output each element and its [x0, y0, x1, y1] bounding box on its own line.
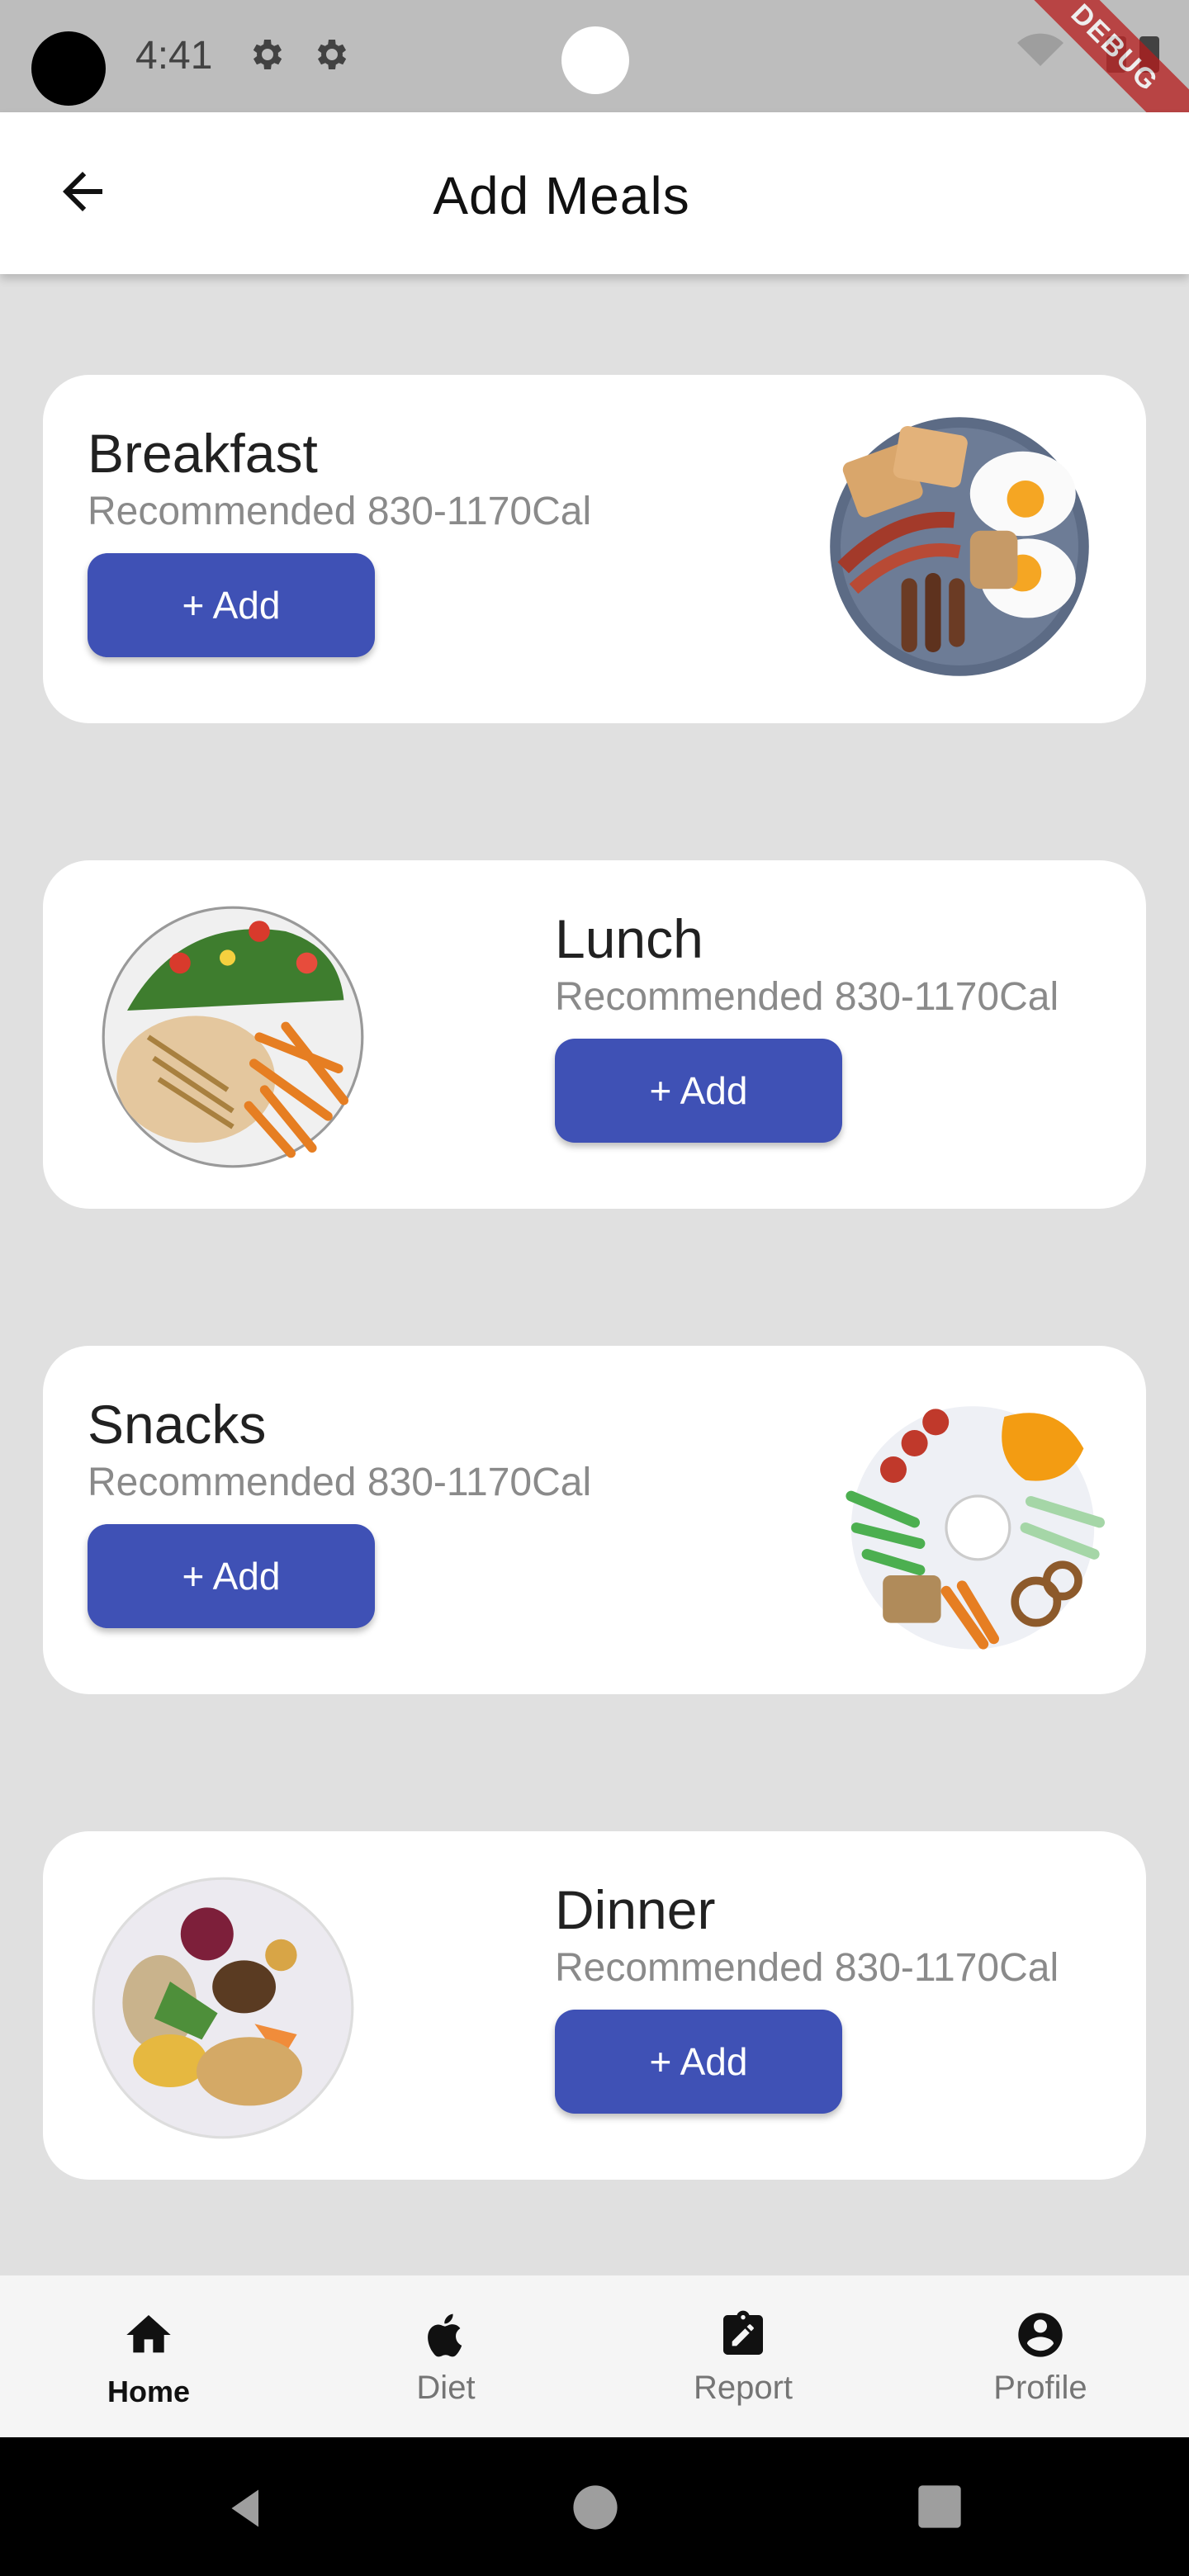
system-navigation-bar [0, 2437, 1189, 2576]
report-icon [723, 2310, 763, 2355]
nav-item-home[interactable]: Home [0, 2275, 297, 2437]
front-sensor [561, 26, 629, 94]
recents-square-icon[interactable] [917, 2484, 963, 2530]
settings-icon [253, 40, 282, 69]
lunch-plate-image [102, 906, 364, 1168]
settings-icon [317, 40, 347, 69]
status-time: 4:41 [135, 34, 213, 78]
breakfast-plate-image [830, 417, 1089, 676]
profile-icon [1018, 2313, 1063, 2357]
meal-card-snacks: Snacks Recommended 830-1170Cal + Add [43, 1346, 1146, 1694]
nav-label: Report [693, 2370, 793, 2406]
bottom-navigation: Home Diet Report Profile [0, 2275, 1189, 2437]
back-triangle-icon[interactable] [221, 2484, 271, 2533]
meal-title: Snacks [88, 1394, 267, 1455]
home-icon [126, 2315, 171, 2353]
meal-title: Lunch [555, 908, 703, 969]
nav-label: Diet [416, 2370, 476, 2406]
meal-title: Dinner [555, 1879, 716, 1940]
meal-card-breakfast: Breakfast Recommended 830-1170Cal + Add [43, 375, 1146, 723]
meal-title: Breakfast [88, 423, 318, 484]
nav-label: Profile [993, 2370, 1087, 2406]
meal-recommendation: Recommended 830-1170Cal [555, 1946, 1059, 1990]
meal-card-dinner: Dinner Recommended 830-1170Cal + Add [43, 1831, 1146, 2180]
nav-item-profile[interactable]: Profile [892, 2275, 1189, 2437]
page-title: Add Meals [433, 166, 690, 225]
add-dinner-button[interactable]: + Add [555, 2010, 842, 2114]
home-circle-icon[interactable] [571, 2484, 619, 2531]
app-bar: Add Meals [0, 112, 1189, 274]
status-bar: 4:41 DEBUG [0, 0, 1189, 170]
meal-recommendation: Recommended 830-1170Cal [88, 1461, 592, 1504]
nav-label: Home [107, 2375, 191, 2408]
meal-card-lunch: Lunch Recommended 830-1170Cal + Add [43, 860, 1146, 1209]
camera-cutout [31, 31, 106, 106]
apple-icon [428, 2313, 462, 2357]
nav-item-report[interactable]: Report [594, 2275, 892, 2437]
meal-recommendation: Recommended 830-1170Cal [555, 975, 1059, 1019]
add-breakfast-button[interactable]: + Add [88, 553, 375, 657]
dinner-plate-image [92, 1877, 354, 2139]
nav-item-diet[interactable]: Diet [297, 2275, 594, 2437]
meal-recommendation: Recommended 830-1170Cal [88, 490, 592, 533]
add-snacks-button[interactable]: + Add [88, 1524, 375, 1628]
add-lunch-button[interactable]: + Add [555, 1039, 842, 1143]
snacks-plate-image [846, 1406, 1105, 1650]
